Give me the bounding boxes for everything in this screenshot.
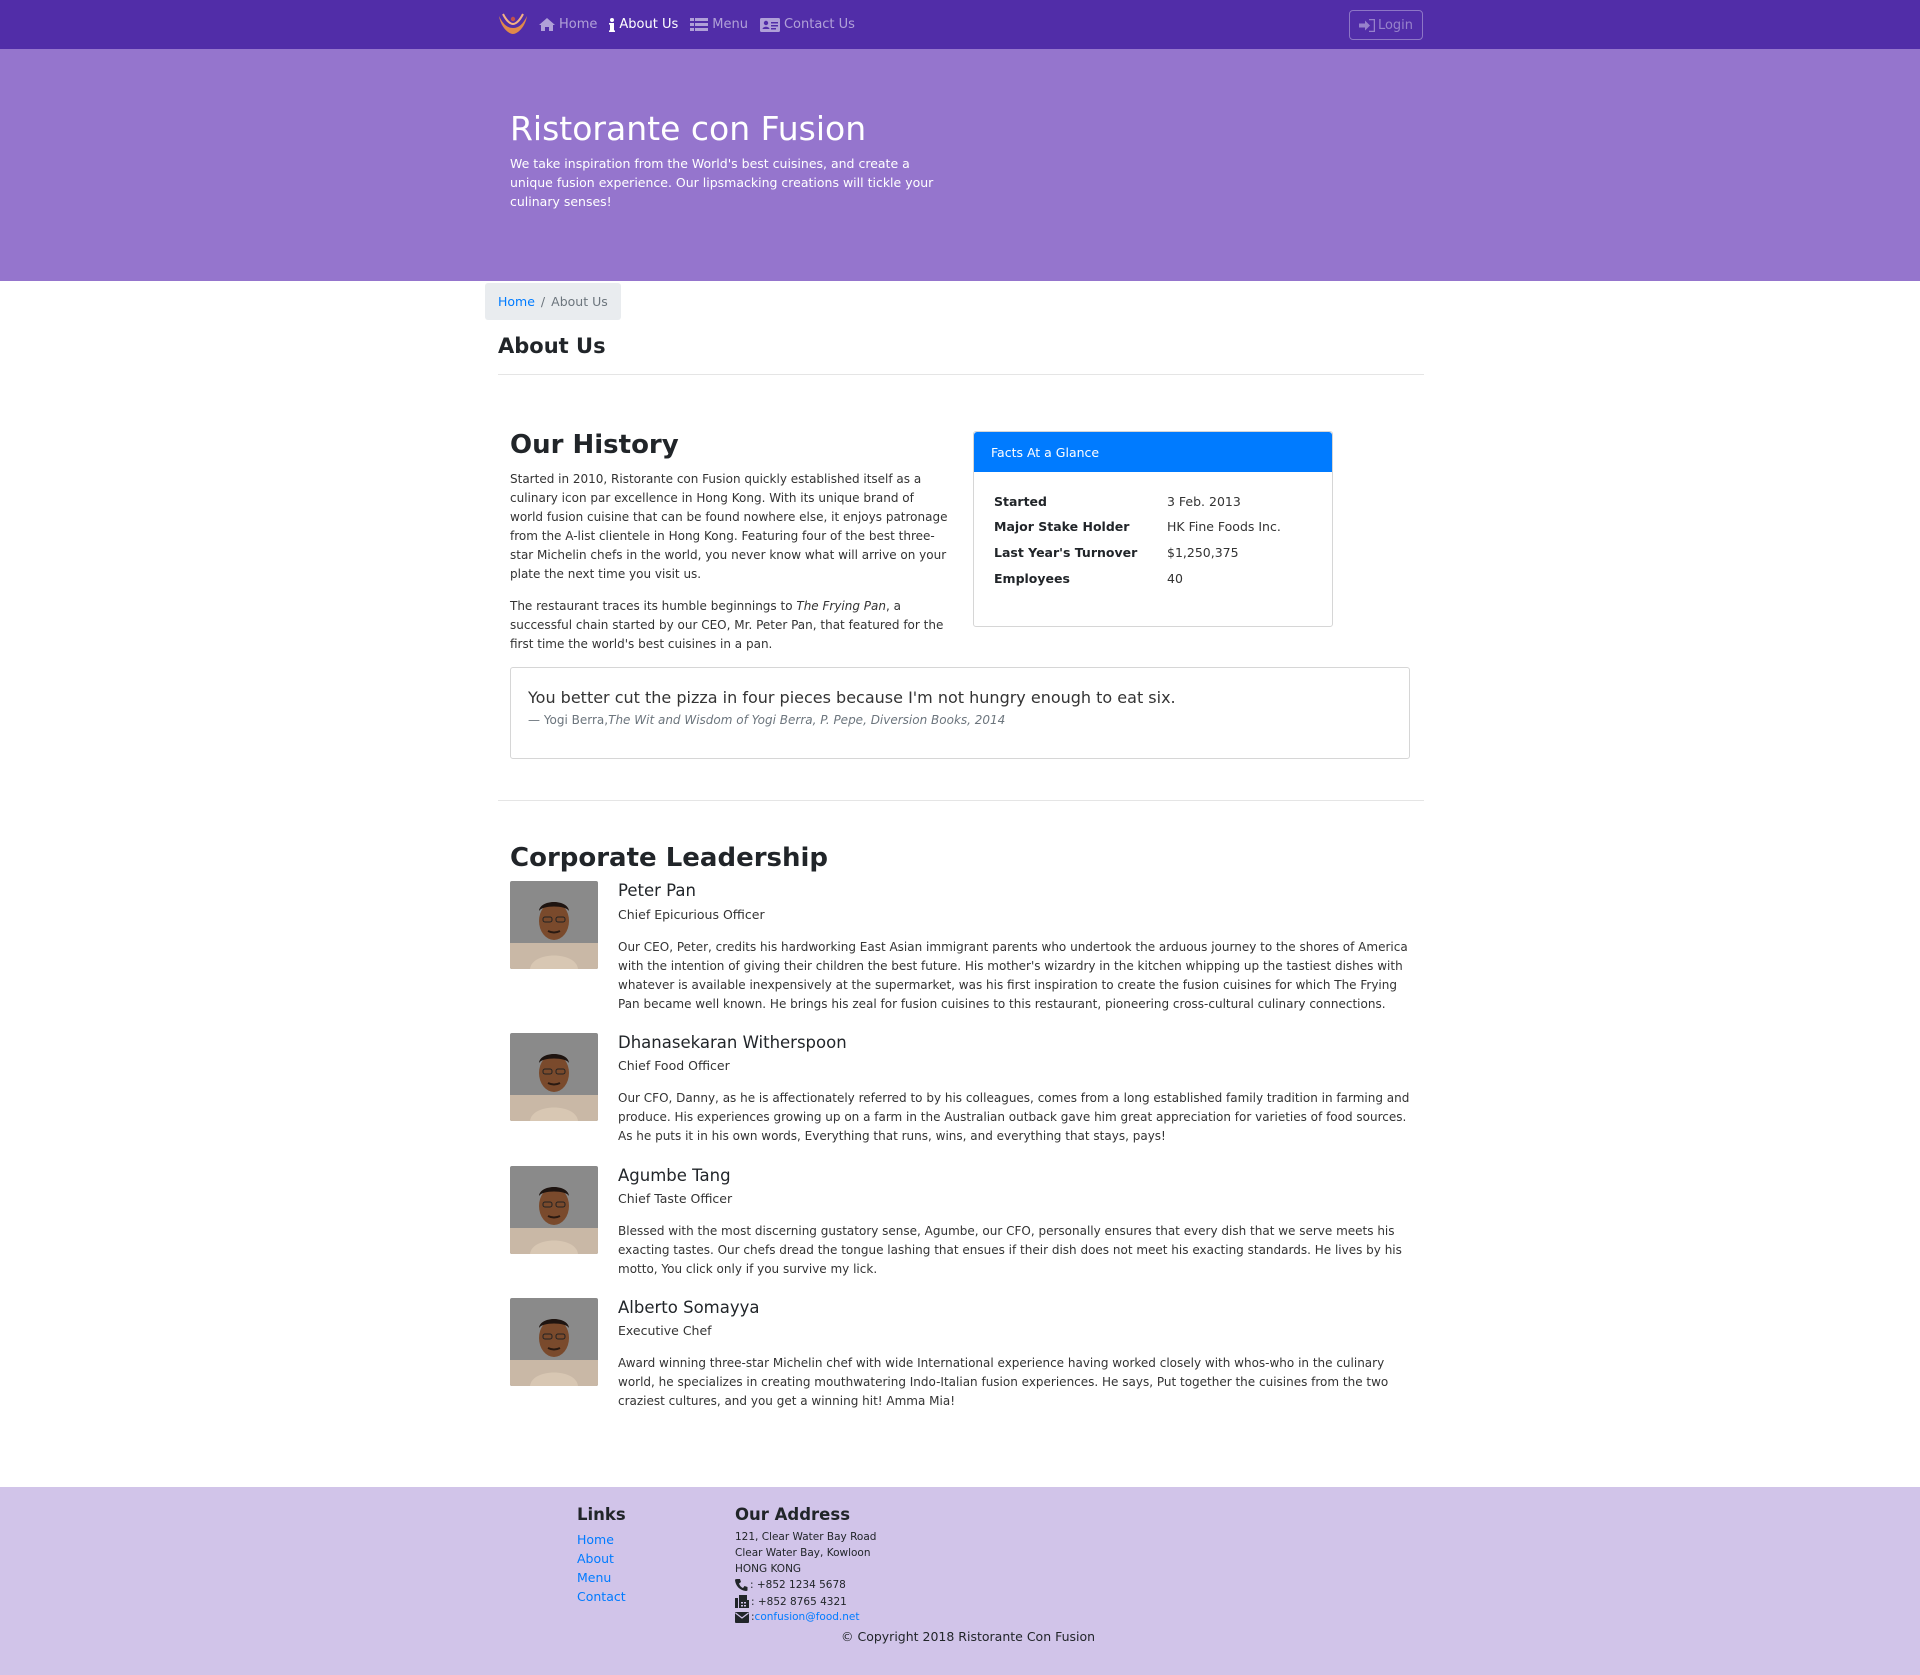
nav-links: Home About Us Menu Contact Us (539, 0, 867, 49)
copyright-text: © Copyright 2018 Ristorante Con Fusion (841, 1629, 1096, 1644)
login-label: Login (1377, 17, 1414, 33)
footer-link-about[interactable]: About (577, 1551, 614, 1566)
nav-menu-link[interactable]: Menu (690, 17, 748, 32)
address-line: Clear Water Bay, Kowloon (735, 1547, 871, 1559)
address-line: HONG KONG (735, 1563, 802, 1575)
home-icon (539, 18, 555, 31)
quote-footer: — Yogi Berra,The Wit and Wisdom of Yogi … (528, 713, 1005, 727)
quote-card: You better cut the pizza in four pieces … (510, 667, 1410, 759)
nav-menu-label: Menu (712, 17, 748, 32)
leader-photo (510, 1166, 598, 1254)
facts-row: Started 3 Feb. 2013 (994, 494, 1241, 509)
facts-key: Started (994, 494, 1047, 509)
leader-item: Peter Pan Chief Epicurious Officer Our C… (510, 881, 1420, 1021)
address-line: 121, Clear Water Bay Road (735, 1531, 877, 1543)
leader-role: Chief Taste Officer (618, 1191, 733, 1206)
breadcrumb-home-link[interactable]: Home (498, 294, 535, 309)
fax-number: : +852 8765 4321 (751, 1595, 847, 1608)
envelope-icon (735, 1611, 749, 1623)
leader-name: Agumbe Tang (618, 1166, 731, 1185)
history-paragraph-2: The restaurant traces its humble beginni… (510, 597, 950, 654)
nav-about-link[interactable]: About Us (609, 17, 678, 32)
quote-source: The Wit and Wisdom of Yogi Berra, P. Pep… (608, 713, 1006, 727)
breadcrumb-separator: / (540, 294, 546, 309)
navbar: Home About Us Menu Contact Us Login (0, 0, 1920, 49)
history-p2-emphasis: The Frying Pan (796, 599, 886, 613)
divider (498, 800, 1424, 801)
history-title: Our History (510, 430, 679, 460)
facts-key: Major Stake Holder (994, 519, 1130, 534)
info-icon (609, 17, 616, 32)
leader-item: Alberto Somayya Executive Chef Award win… (510, 1298, 1420, 1418)
quote-text: You better cut the pizza in four pieces … (528, 688, 1176, 707)
divider (498, 374, 1424, 375)
facts-row: Last Year's Turnover $1,250,375 (994, 545, 1239, 560)
list-icon (690, 18, 709, 31)
nav-home-label: Home (559, 17, 598, 32)
nav-contact-label: Contact Us (783, 17, 855, 32)
facts-row: Major Stake Holder HK Fine Foods Inc. (994, 519, 1281, 534)
quote-author: — Yogi Berra, (528, 713, 609, 727)
leader-photo (510, 1033, 598, 1121)
phone-icon (735, 1579, 748, 1591)
footer-link-contact[interactable]: Contact (577, 1589, 626, 1604)
leader-description: Blessed with the most discerning gustato… (618, 1224, 1402, 1276)
history-p2-before: The restaurant traces its humble beginni… (510, 599, 797, 613)
footer-address-title: Our Address (735, 1505, 851, 1524)
phone-number: : +852 1234 5678 (750, 1579, 846, 1591)
leader-photo (510, 1298, 598, 1386)
facts-value: 40 (1167, 571, 1183, 586)
jumbotron-text: We take inspiration from the World's bes… (510, 156, 934, 209)
sign-in-icon (1358, 18, 1375, 32)
facts-row: Employees 40 (994, 571, 1183, 586)
email-link[interactable]: confusion@food.net (755, 1611, 860, 1623)
leader-photo (510, 881, 598, 969)
nav-home-link[interactable]: Home (539, 17, 597, 32)
leader-role: Executive Chef (618, 1323, 712, 1338)
history-paragraph-1: Started in 2010, Ristorante con Fusion q… (510, 472, 948, 581)
leader-item: Agumbe Tang Chief Taste Officer Blessed … (510, 1166, 1420, 1286)
facts-card-header: Facts At a Glance (974, 432, 1332, 472)
breadcrumb: Home / About Us (485, 283, 621, 320)
nav-contact-link[interactable]: Contact Us (759, 17, 855, 32)
leadership-title: Corporate Leadership (510, 843, 829, 873)
address-phone: : +852 1234 5678 (735, 1579, 846, 1591)
facts-card: Facts At a Glance Started 3 Feb. 2013 Ma… (973, 431, 1333, 627)
breadcrumb-current: About Us (551, 294, 608, 309)
nav-about-label: About Us (619, 17, 679, 32)
leader-item: Dhanasekaran Witherspoon Chief Food Offi… (510, 1033, 1420, 1153)
restaurant-logo-icon[interactable] (497, 10, 529, 38)
address-card-icon (759, 17, 780, 32)
leader-description: Our CFO, Danny, as he is affectionately … (618, 1091, 1410, 1143)
address-fax: : +852 8765 4321 (735, 1595, 847, 1608)
leader-role: Chief Food Officer (618, 1058, 730, 1073)
facts-key: Employees (994, 571, 1070, 586)
jumbotron-title: Ristorante con Fusion (510, 109, 867, 148)
page-title: About Us (498, 334, 606, 358)
leader-name: Dhanasekaran Witherspoon (618, 1033, 847, 1052)
footer-links-title: Links (577, 1505, 626, 1524)
leader-role: Chief Epicurious Officer (618, 907, 765, 922)
leader-description: Award winning three-star Michelin chef w… (618, 1356, 1389, 1408)
navbar-container: Home About Us Menu Contact Us Login (497, 0, 1423, 49)
facts-value: $1,250,375 (1167, 545, 1239, 560)
login-button[interactable]: Login (1349, 10, 1423, 40)
facts-value: 3 Feb. 2013 (1167, 494, 1241, 509)
footer (0, 1487, 1920, 1675)
address-email: : confusion@food.net (735, 1611, 860, 1623)
footer-link-menu[interactable]: Menu (577, 1570, 611, 1585)
facts-key: Last Year's Turnover (994, 545, 1138, 560)
fax-icon (735, 1595, 749, 1608)
leader-name: Peter Pan (618, 881, 696, 900)
leader-name: Alberto Somayya (618, 1298, 760, 1317)
jumbotron: Ristorante con Fusion We take inspiratio… (0, 49, 1920, 281)
footer-link-home[interactable]: Home (577, 1532, 614, 1547)
facts-value: HK Fine Foods Inc. (1167, 519, 1281, 534)
leader-description: Our CEO, Peter, credits his hardworking … (618, 940, 1408, 1011)
